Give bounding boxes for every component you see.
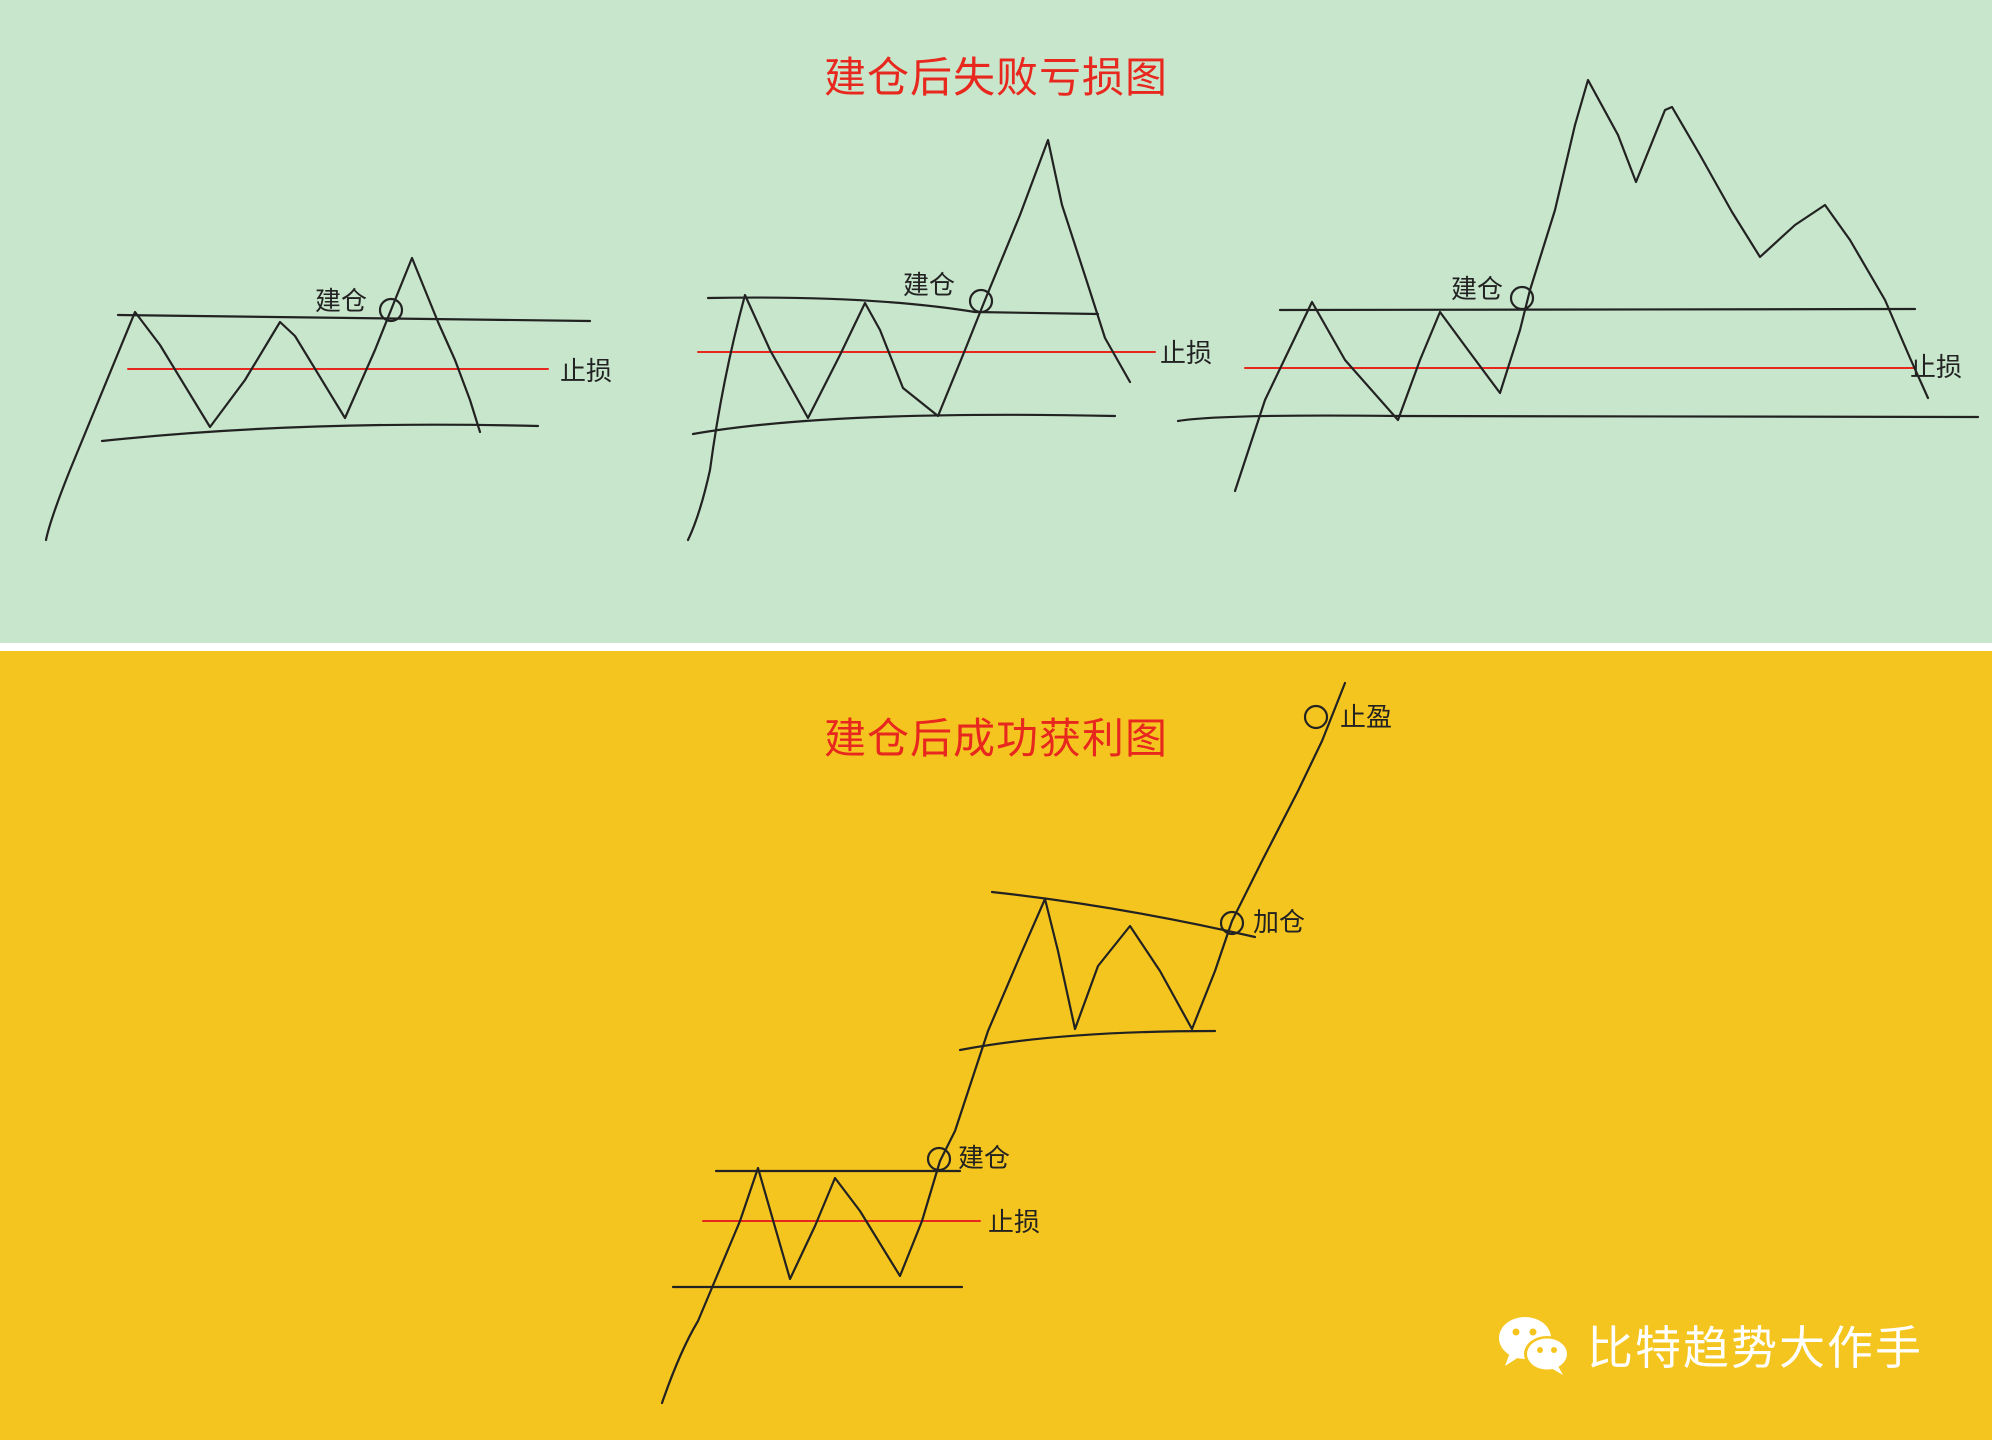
entry-marker <box>1509 285 1535 311</box>
loss-chart-3 <box>1176 78 1980 493</box>
support-line <box>691 413 1117 436</box>
wechat-icon <box>1499 1317 1570 1375</box>
upper-support-line <box>958 1029 1217 1052</box>
profit-chart <box>660 681 1347 1405</box>
profit-add-label: 加仓 <box>1253 908 1305 938</box>
loss-chart-3-entry-label: 建仓 <box>1451 275 1503 305</box>
price-path <box>1233 78 1930 493</box>
support-line <box>100 423 540 443</box>
loss-chart-3-stop-label: 止损 <box>1910 353 1962 383</box>
profit-stop-label: 止损 <box>988 1208 1040 1238</box>
resistance-line <box>1278 307 1917 312</box>
diagram-canvas: 建仓后失败亏损图 建仓 止损 建仓 止损 建仓 止损 建仓后成功获利图 建仓 止… <box>0 0 1992 1440</box>
loss-chart-2-entry-label: 建仓 <box>903 271 955 301</box>
support-line <box>1176 414 1980 423</box>
profit-take-profit-label: 止盈 <box>1340 703 1392 733</box>
profit-entry-label: 建仓 <box>958 1144 1010 1174</box>
loss-panel: 建仓后失败亏损图 建仓 止损 建仓 止损 建仓 止损 <box>0 0 1992 643</box>
loss-chart-1-entry-label: 建仓 <box>315 287 367 317</box>
price-path <box>686 138 1132 542</box>
loss-chart-2 <box>686 138 1156 542</box>
loss-chart-2-stop-label: 止损 <box>1160 339 1212 369</box>
loss-sketches: 建仓 止损 建仓 止损 建仓 止损 <box>44 78 1980 542</box>
watermark-text: 比特趋势大作手 <box>1587 1321 1923 1375</box>
take-profit-marker <box>1303 704 1329 730</box>
watermark: 比特趋势大作手 <box>1495 1310 1923 1380</box>
price-path <box>44 256 482 542</box>
loss-chart-1-stop-label: 止损 <box>560 357 612 387</box>
